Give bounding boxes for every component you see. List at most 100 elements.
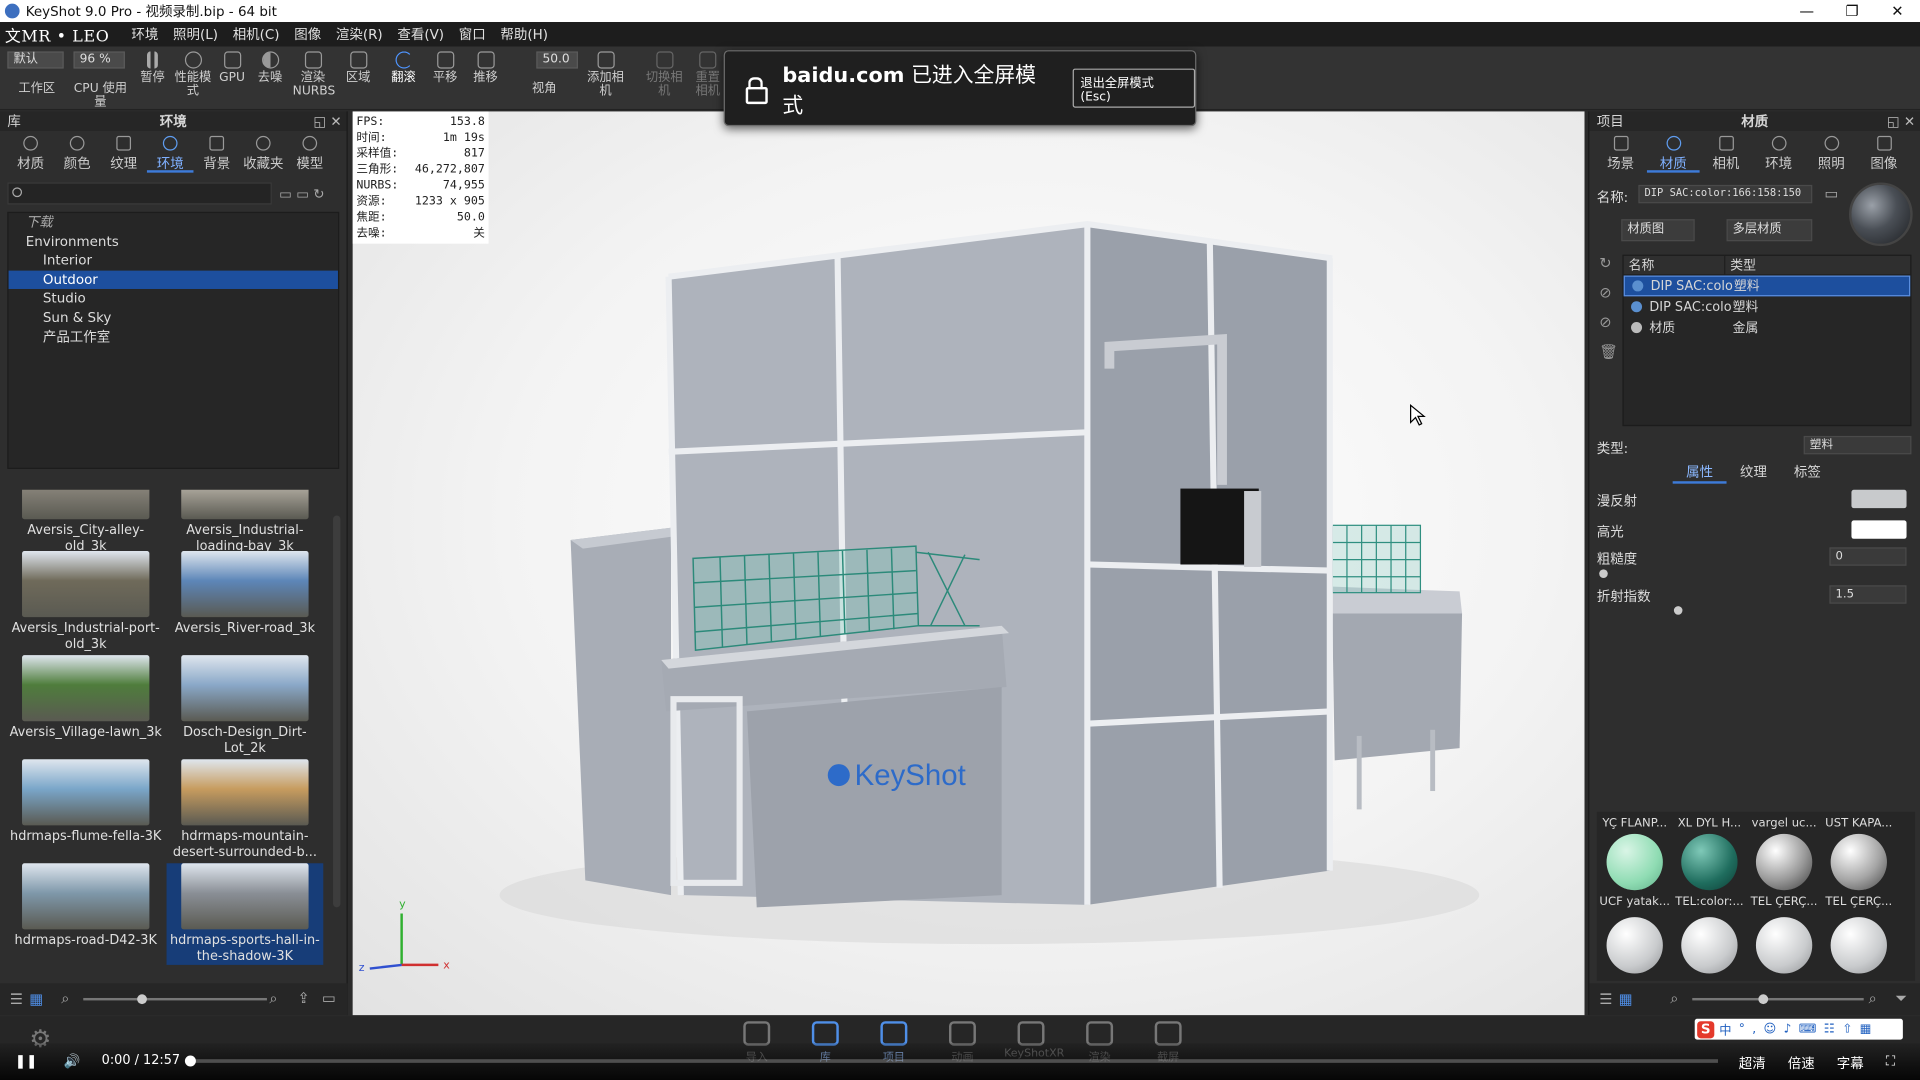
tab-scene[interactable]: 场景 <box>1594 135 1647 173</box>
volume-icon[interactable]: 🔊 <box>64 1053 81 1069</box>
region-button[interactable]: 区域 <box>338 47 378 111</box>
render-viewport[interactable]: FPS: 153.8 时间: 1m 19s 采样值: 817 三角形: 46,272,807 N… <box>352 111 1585 1016</box>
tab-material[interactable]: 材质 <box>1646 135 1700 173</box>
speed-button[interactable]: 倍速 <box>1788 1053 1815 1073</box>
zoom-out-icon[interactable]: ⌕ <box>61 989 69 1007</box>
palette-material-ball[interactable] <box>1755 833 1813 891</box>
subtab-labels[interactable]: 标签 <box>1780 462 1834 484</box>
tree-item[interactable]: 下载 <box>9 213 338 232</box>
video-progress-knob[interactable] <box>184 1055 196 1067</box>
tab-models[interactable]: 模型 <box>287 135 334 173</box>
restore-button[interactable]: ❐ <box>1829 0 1874 22</box>
tab-materials[interactable]: 材质 <box>7 135 54 173</box>
tree-item[interactable]: Outdoor <box>8 270 338 290</box>
material-row[interactable]: 材质 金属 <box>1624 317 1911 338</box>
subtab-properties[interactable]: 属性 <box>1672 462 1727 484</box>
subtab-textures[interactable]: 纹理 <box>1727 462 1781 484</box>
refraction-slider-knob[interactable] <box>1673 606 1683 615</box>
roughness-slider-knob[interactable] <box>1599 569 1608 578</box>
pause-video-icon[interactable]: ❚❚ <box>15 1053 38 1069</box>
palette-material-ball[interactable] <box>1606 833 1663 891</box>
thumbnail-scrollbar[interactable] <box>333 515 341 908</box>
type-dropdown[interactable]: 塑料 <box>1803 435 1912 455</box>
environment-thumbnail[interactable]: Aversis_River-road_3k <box>167 551 324 637</box>
save-icon[interactable]: ▭ <box>1825 185 1839 202</box>
render-nurbs-button[interactable]: 渲染NURBS <box>293 47 335 111</box>
workspace-button[interactable]: 工作区 <box>12 47 61 111</box>
environment-thumbnail[interactable]: Aversis_City-alley-old_3k <box>7 489 164 555</box>
add-camera-button[interactable]: 添加相机 <box>585 47 625 111</box>
environment-thumbnail[interactable]: hdrmaps-road-D42-3K <box>7 863 164 949</box>
multilayer-material-button[interactable]: 多层材质 <box>1726 219 1813 242</box>
environment-thumbnail[interactable]: hdrmaps-mountain-desert-surrounded-b... <box>167 759 324 861</box>
tree-item[interactable]: Environments <box>9 232 338 251</box>
trash-icon[interactable]: 🗑 <box>1599 343 1618 360</box>
grid-view-icon[interactable]: ▦ <box>1619 991 1633 1008</box>
quality-button[interactable]: 超清 <box>1739 1053 1766 1073</box>
denoise-button[interactable]: 去噪 <box>250 47 290 111</box>
menu-render[interactable]: 渲染(R) <box>329 24 391 44</box>
diffuse-color-swatch[interactable] <box>1851 489 1907 509</box>
palette-size-slider[interactable] <box>1692 997 1864 1001</box>
menu-camera[interactable]: 相机(C) <box>225 24 287 44</box>
tab-lighting[interactable]: 照明 <box>1805 135 1858 173</box>
material-row[interactable]: DIP SAC:colo 塑料 <box>1623 275 1911 297</box>
dolly-button[interactable]: 推移 <box>465 47 505 111</box>
reset-camera-button[interactable]: 重置相机 <box>693 47 722 111</box>
refresh-icon[interactable]: ↻ <box>1599 255 1611 272</box>
tree-item[interactable]: Sun & Sky <box>9 309 338 328</box>
video-progress-bar[interactable] <box>189 1059 1718 1063</box>
minimize-button[interactable]: — <box>1784 0 1829 22</box>
roughness-field[interactable]: 0 <box>1829 547 1907 566</box>
tree-item[interactable]: Interior <box>9 251 338 270</box>
tab-image[interactable]: 图像 <box>1858 135 1911 173</box>
palette-material-ball[interactable] <box>1681 917 1738 974</box>
grid-view-icon[interactable]: ▦ <box>29 991 43 1008</box>
pan-button[interactable]: 平移 <box>425 47 465 111</box>
environment-thumbnail[interactable]: Aversis_Village-lawn_3k <box>7 655 164 741</box>
panel-close-icon[interactable]: ◱ ✕ <box>1887 113 1915 129</box>
specular-color-swatch[interactable] <box>1851 520 1907 539</box>
upload-icon[interactable]: ⇪ <box>298 989 310 1006</box>
filter-icon[interactable]: ⏷ <box>1896 989 1908 1007</box>
panel-close-icon[interactable]: ◱ ✕ <box>313 113 341 129</box>
tab-environment[interactable]: 环境 <box>1752 135 1805 173</box>
ime-toolbar[interactable]: S 中 °,☺♪⌨☷⇧▦ <box>1694 1018 1903 1040</box>
refraction-index-field[interactable]: 1.5 <box>1829 585 1907 604</box>
menu-lighting[interactable]: 照明(L) <box>166 24 226 44</box>
close-button[interactable]: ✕ <box>1875 0 1920 22</box>
palette-size-knob[interactable] <box>1758 994 1769 1005</box>
gpu-button[interactable]: GPU <box>212 47 252 111</box>
fullscreen-icon[interactable]: ⛶ <box>1886 1053 1895 1070</box>
zoom-in-icon[interactable]: ⌕ <box>269 989 277 1007</box>
list-view-icon[interactable]: ☰ <box>1599 991 1612 1008</box>
switch-camera-button[interactable]: 切换相机 <box>644 47 684 111</box>
tab-camera[interactable]: 相机 <box>1700 135 1753 173</box>
performance-mode-button[interactable]: 性能模式 <box>173 47 213 111</box>
tree-item[interactable]: 产品工作室 <box>9 328 338 347</box>
tab-colors[interactable]: 颜色 <box>54 135 101 173</box>
palette-material-ball[interactable] <box>1755 917 1813 974</box>
exit-fullscreen-button[interactable]: 退出全屏模式 (Esc) <box>1073 68 1196 108</box>
environment-thumbnail[interactable]: Aversis_Industrial-loading-bay_3k <box>167 489 324 555</box>
palette-material-ball[interactable] <box>1681 833 1738 891</box>
menu-view[interactable]: 查看(V) <box>390 24 451 44</box>
tab-favorites[interactable]: 收藏夹 <box>240 135 287 173</box>
environment-thumbnail[interactable]: Aversis_Industrial-port-old_3k <box>7 551 164 653</box>
material-row[interactable]: DIP SAC:colo 塑料 <box>1624 296 1911 317</box>
tab-environments[interactable]: 环境 <box>146 135 194 173</box>
environment-thumbnail[interactable]: hdrmaps-sports-hall-in-the-shadow-3K <box>166 863 324 965</box>
environment-thumbnail[interactable]: hdrmaps-flume-fella-3K <box>7 759 164 845</box>
thumbnail-size-slider[interactable] <box>83 997 267 1001</box>
folder-icons[interactable]: ▭ ▭ ↻ <box>279 186 324 202</box>
tab-textures[interactable]: 纹理 <box>100 135 147 173</box>
zoom-in-icon[interactable]: ⌕ <box>1869 989 1877 1007</box>
material-name-field[interactable]: DIP SAC:color:166:158:150 <box>1638 184 1813 204</box>
menu-environment[interactable]: 环境 <box>124 24 166 44</box>
menu-image[interactable]: 图像 <box>287 24 329 44</box>
menu-help[interactable]: 帮助(H) <box>493 24 555 44</box>
menu-window[interactable]: 窗口 <box>451 24 493 44</box>
pause-button[interactable]: 暂停 <box>132 47 172 111</box>
cpu-usage-button[interactable]: CPU 使用量 <box>69 47 133 111</box>
palette-material-ball[interactable] <box>1830 917 1887 974</box>
